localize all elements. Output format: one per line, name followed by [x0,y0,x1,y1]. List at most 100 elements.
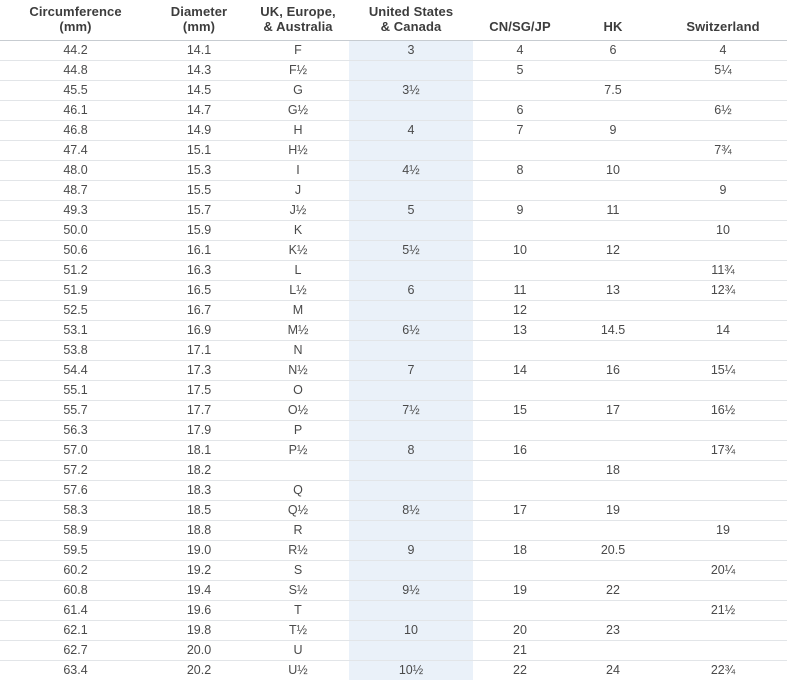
cell-ch: 10 [659,221,787,241]
cell-us [349,521,473,541]
cell-uk: N [247,341,349,361]
cell-circumference: 51.2 [0,261,151,281]
cell-diameter: 16.5 [151,281,247,301]
cell-us: 3 [349,41,473,61]
cell-us [349,381,473,401]
column-header-cn-line1: CN/SG/JP [475,19,565,34]
cell-cn: 16 [473,441,567,461]
cell-circumference: 62.1 [0,621,151,641]
cell-diameter: 15.1 [151,141,247,161]
column-header-uk-europe-australia: UK, Europe, & Australia [247,0,349,41]
column-header-hk: HK [567,0,659,41]
cell-diameter: 18.2 [151,461,247,481]
cell-ch [659,121,787,141]
cell-us [349,641,473,661]
cell-us: 7 [349,361,473,381]
cell-diameter: 17.5 [151,381,247,401]
cell-ch [659,421,787,441]
cell-ch [659,381,787,401]
cell-cn [473,341,567,361]
cell-hk [567,261,659,281]
cell-uk: F½ [247,61,349,81]
table-header: Circumference (mm) Diameter (mm) UK, Eur… [0,0,787,41]
table-row: 46.114.7G½66½ [0,101,787,121]
cell-us [349,481,473,501]
cell-diameter: 20.2 [151,661,247,680]
cell-hk [567,301,659,321]
cell-us: 6 [349,281,473,301]
cell-us: 9 [349,541,473,561]
cell-cn: 22 [473,661,567,680]
cell-hk [567,601,659,621]
cell-uk: Q½ [247,501,349,521]
cell-us: 10 [349,621,473,641]
cell-diameter: 14.5 [151,81,247,101]
cell-us: 7½ [349,401,473,421]
cell-cn: 9 [473,201,567,221]
cell-hk: 9 [567,121,659,141]
cell-ch: 20¼ [659,561,787,581]
cell-hk: 24 [567,661,659,680]
cell-cn: 19 [473,581,567,601]
table-row: 56.317.9P [0,421,787,441]
cell-hk: 20.5 [567,541,659,561]
cell-cn [473,261,567,281]
column-header-diameter: Diameter (mm) [151,0,247,41]
cell-circumference: 57.6 [0,481,151,501]
cell-hk [567,341,659,361]
cell-hk [567,181,659,201]
table-row: 53.116.9M½6½1314.514 [0,321,787,341]
table-body: 44.214.1F346444.814.3F½55¼45.514.5G3½7.5… [0,41,787,680]
cell-diameter: 18.8 [151,521,247,541]
column-header-circumference: Circumference (mm) [0,0,151,41]
cell-cn: 15 [473,401,567,421]
cell-hk: 19 [567,501,659,521]
cell-uk [247,461,349,481]
cell-uk: S½ [247,581,349,601]
cell-ch [659,621,787,641]
cell-cn: 5 [473,61,567,81]
cell-circumference: 61.4 [0,601,151,621]
cell-uk: U½ [247,661,349,680]
cell-diameter: 17.1 [151,341,247,361]
cell-ch [659,481,787,501]
cell-diameter: 15.9 [151,221,247,241]
cell-ch [659,501,787,521]
cell-cn [473,561,567,581]
cell-hk: 10 [567,161,659,181]
cell-circumference: 53.1 [0,321,151,341]
cell-circumference: 44.2 [0,41,151,61]
table-row: 62.119.8T½102023 [0,621,787,641]
cell-diameter: 15.3 [151,161,247,181]
cell-diameter: 18.3 [151,481,247,501]
column-header-switzerland-line1: Switzerland [661,19,785,34]
table-row: 51.916.5L½6111312¾ [0,281,787,301]
table-row: 59.519.0R½91820.5 [0,541,787,561]
cell-circumference: 57.0 [0,441,151,461]
table-row: 58.918.8R19 [0,521,787,541]
table-row: 55.717.7O½7½151716½ [0,401,787,421]
cell-ch [659,641,787,661]
cell-ch [659,541,787,561]
column-header-circumference-line1: Circumference [2,4,149,19]
cell-circumference: 51.9 [0,281,151,301]
cell-ch [659,241,787,261]
cell-circumference: 56.3 [0,421,151,441]
cell-uk: H½ [247,141,349,161]
cell-diameter: 19.8 [151,621,247,641]
cell-ch: 9 [659,181,787,201]
table-row: 57.018.1P½81617¾ [0,441,787,461]
cell-us [349,461,473,481]
cell-diameter: 19.0 [151,541,247,561]
cell-uk: G½ [247,101,349,121]
cell-cn [473,521,567,541]
cell-uk: P½ [247,441,349,461]
cell-diameter: 16.3 [151,261,247,281]
cell-uk: U [247,641,349,661]
cell-diameter: 14.7 [151,101,247,121]
cell-us [349,61,473,81]
cell-cn [473,461,567,481]
cell-uk: S [247,561,349,581]
cell-hk [567,441,659,461]
cell-cn: 17 [473,501,567,521]
